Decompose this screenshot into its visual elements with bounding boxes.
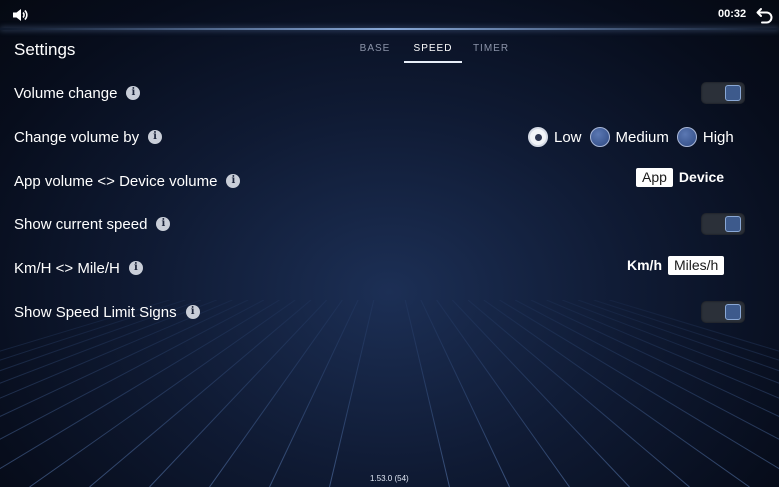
clock: 00:32: [718, 8, 747, 20]
radio-low[interactable]: Low: [528, 127, 582, 147]
setting-row-app-device-volume: App volume <> Device volume i: [14, 170, 241, 192]
app-version: 1.53.0 (54): [370, 474, 409, 483]
toggle-knob: [725, 85, 741, 101]
option-mph[interactable]: Miles/h: [668, 255, 725, 275]
setting-label: Km/H <> Mile/H: [14, 259, 120, 277]
setting-label: Change volume by: [14, 128, 140, 146]
radio-medium[interactable]: Medium: [589, 127, 669, 147]
tab-timer[interactable]: TIMER: [462, 40, 520, 64]
volume-change-toggle[interactable]: [701, 82, 745, 104]
option-kmh[interactable]: Km/h: [621, 256, 668, 275]
toggle-knob: [725, 216, 741, 232]
show-current-speed-toggle[interactable]: [701, 213, 745, 235]
setting-row-volume-change: Volume change i: [14, 82, 141, 104]
radio-unselected-icon: [676, 127, 697, 147]
tab-bar: BASE SPEED TIMER: [346, 40, 520, 64]
info-icon[interactable]: i: [156, 217, 171, 231]
tab-base[interactable]: BASE: [346, 40, 404, 64]
setting-label: Show Speed Limit Signs: [14, 303, 177, 321]
header-divider: [0, 28, 779, 30]
setting-label: Volume change: [14, 84, 118, 102]
option-device[interactable]: Device: [673, 168, 730, 187]
volume-source-switch: App Device: [636, 167, 730, 187]
back-arrow-icon[interactable]: [755, 5, 775, 25]
radio-label: Low: [554, 128, 582, 146]
speaker-icon[interactable]: [11, 6, 29, 24]
radio-label: Medium: [615, 128, 669, 146]
page-title: Settings: [14, 40, 76, 59]
radio-unselected-icon: [589, 127, 610, 147]
background-grid-floor: [0, 300, 779, 487]
setting-row-speed-units: Km/H <> Mile/H i: [14, 257, 143, 279]
setting-row-change-volume-by: Change volume by i: [14, 126, 163, 148]
info-icon[interactable]: i: [148, 130, 163, 144]
radio-label: High: [702, 128, 734, 146]
volume-step-radio-group: Low Medium High: [528, 126, 742, 148]
radio-selected-icon: [528, 127, 548, 147]
status-bar: 00:32: [0, 0, 779, 30]
setting-row-speed-limit-signs: Show Speed Limit Signs i: [14, 301, 200, 323]
tab-speed[interactable]: SPEED: [404, 40, 462, 64]
speed-unit-switch: Km/h Miles/h: [621, 255, 725, 275]
setting-label: App volume <> Device volume: [14, 172, 218, 190]
info-icon[interactable]: i: [226, 174, 241, 188]
toggle-knob: [725, 304, 741, 320]
option-app[interactable]: App: [636, 167, 673, 187]
info-icon[interactable]: i: [185, 305, 200, 319]
setting-row-show-current-speed: Show current speed i: [14, 213, 171, 235]
info-icon[interactable]: i: [128, 261, 143, 275]
info-icon[interactable]: i: [126, 86, 141, 100]
radio-high[interactable]: High: [676, 127, 734, 147]
show-speed-limit-signs-toggle[interactable]: [701, 301, 745, 323]
setting-label: Show current speed: [14, 215, 148, 233]
